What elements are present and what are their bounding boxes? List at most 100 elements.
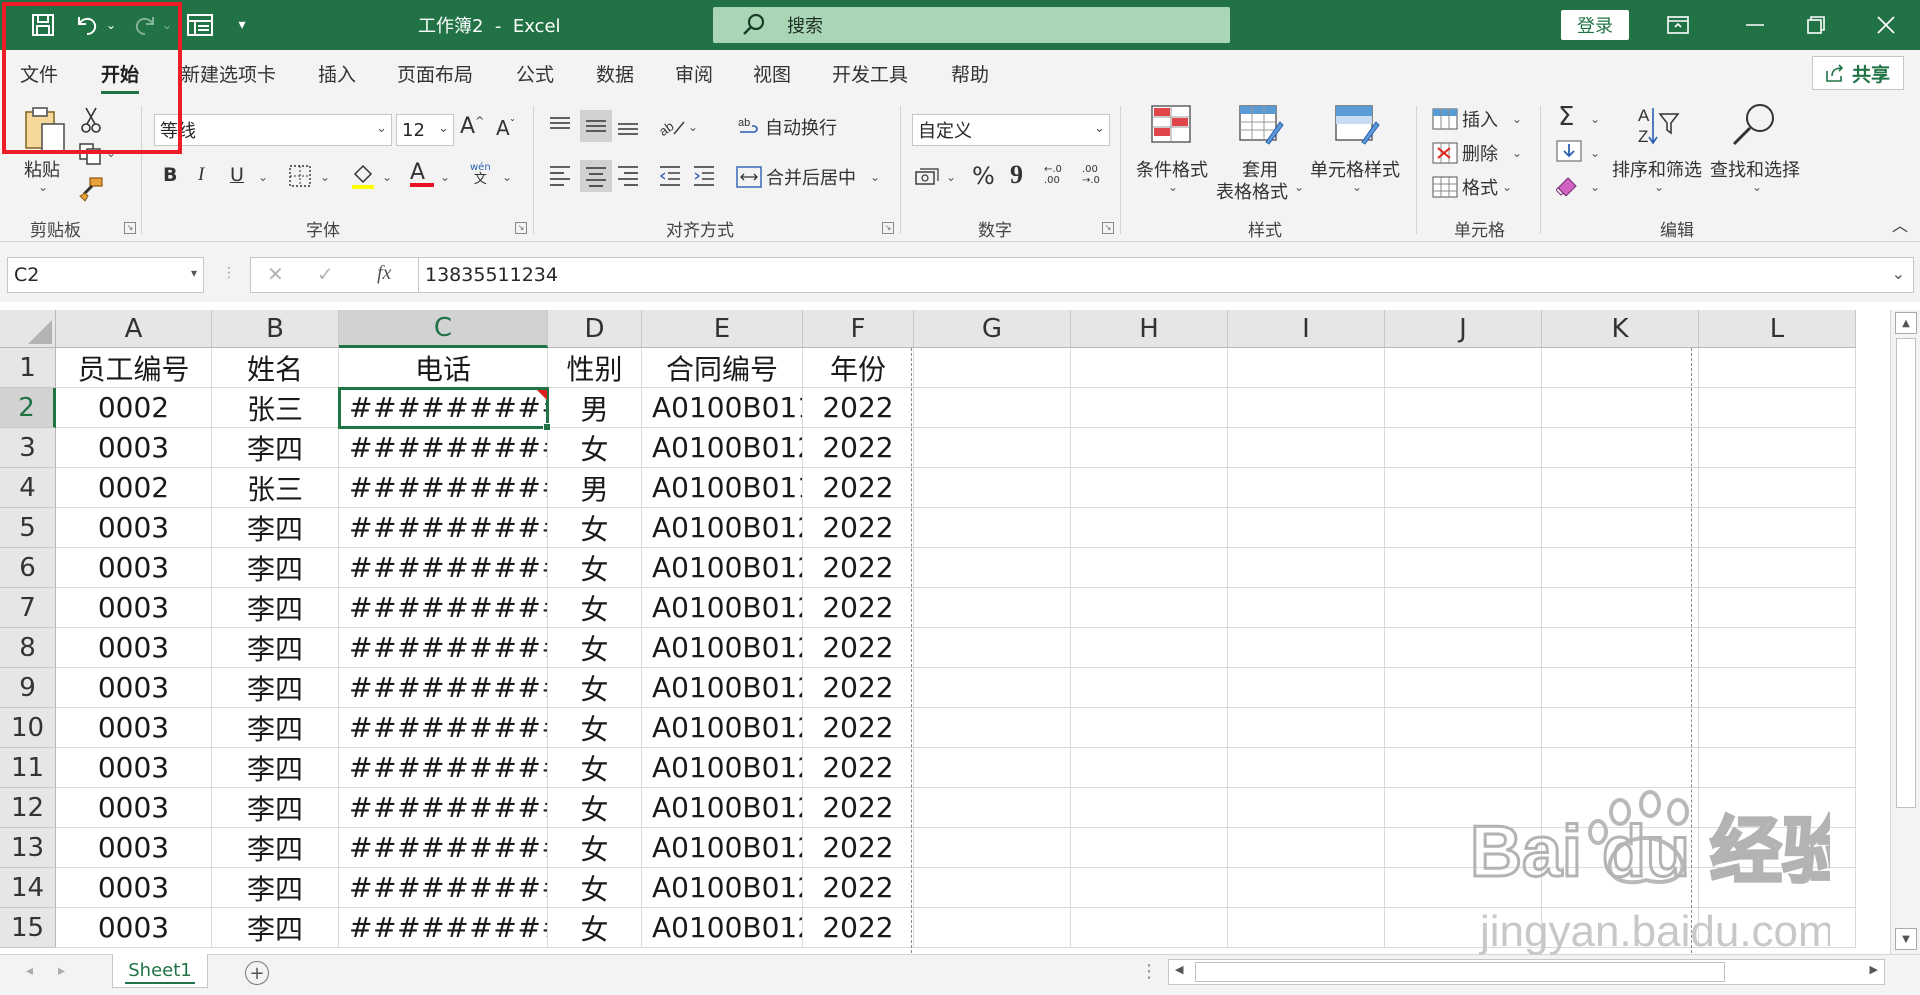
- cell-a1[interactable]: 员工编号: [56, 348, 212, 388]
- cell-d13[interactable]: 女: [548, 828, 642, 868]
- format-dropdown-icon[interactable]: ⌄: [1502, 180, 1512, 194]
- cell-k6[interactable]: [1542, 548, 1699, 588]
- underline-dropdown-icon[interactable]: ⌄: [258, 170, 268, 184]
- row-header-12[interactable]: 12: [0, 788, 56, 828]
- cell-i12[interactable]: [1228, 788, 1385, 828]
- tab-home[interactable]: 开始: [101, 60, 140, 94]
- cell-f3[interactable]: 2022: [803, 428, 914, 468]
- column-header-b[interactable]: B: [212, 310, 339, 348]
- cell-e2[interactable]: A0100B011: [642, 388, 803, 428]
- cell-l3[interactable]: [1699, 428, 1856, 468]
- cell-a3[interactable]: 0003: [56, 428, 212, 468]
- share-button[interactable]: 共享: [1812, 56, 1904, 90]
- cell-styles-label[interactable]: 单元格样式: [1310, 156, 1400, 182]
- cell-h10[interactable]: [1071, 708, 1228, 748]
- cell-f1[interactable]: 年份: [803, 348, 914, 388]
- cell-l7[interactable]: [1699, 588, 1856, 628]
- cell-g10[interactable]: [914, 708, 1071, 748]
- cell-b11[interactable]: 李四: [212, 748, 339, 788]
- tab-page-layout[interactable]: 页面布局: [397, 60, 473, 94]
- cell-d12[interactable]: 女: [548, 788, 642, 828]
- cell-e15[interactable]: A0100B012: [642, 908, 803, 948]
- cell-g1[interactable]: [914, 348, 1071, 388]
- format-as-table-label-2[interactable]: 表格格式: [1216, 178, 1288, 204]
- cell-c11[interactable]: ##########: [339, 748, 548, 788]
- cell-d14[interactable]: 女: [548, 868, 642, 908]
- font-color-dropdown-icon[interactable]: ⌄: [440, 170, 450, 184]
- row-header-6[interactable]: 6: [0, 548, 56, 588]
- font-color-button[interactable]: A: [410, 160, 434, 187]
- cell-h13[interactable]: [1071, 828, 1228, 868]
- copy-dropdown-icon[interactable]: ⌄: [106, 146, 116, 160]
- percent-style-button[interactable]: %: [972, 162, 995, 190]
- insert-function-icon[interactable]: fx: [377, 262, 391, 285]
- cell-d8[interactable]: 女: [548, 628, 642, 668]
- column-header-c[interactable]: C: [339, 310, 548, 348]
- cell-f12[interactable]: 2022: [803, 788, 914, 828]
- paste-dropdown-icon[interactable]: ⌄: [38, 180, 48, 194]
- expand-formula-bar-icon[interactable]: ⌄: [1892, 264, 1905, 283]
- cell-e12[interactable]: A0100B012: [642, 788, 803, 828]
- cell-j10[interactable]: [1385, 708, 1542, 748]
- fill-handle[interactable]: [543, 423, 551, 431]
- cell-j3[interactable]: [1385, 428, 1542, 468]
- cell-a7[interactable]: 0003: [56, 588, 212, 628]
- border-icon[interactable]: [288, 164, 312, 193]
- copy-icon[interactable]: [78, 142, 104, 171]
- cell-l6[interactable]: [1699, 548, 1856, 588]
- cell-f8[interactable]: 2022: [803, 628, 914, 668]
- column-header-f[interactable]: F: [803, 310, 914, 348]
- row-header-11[interactable]: 11: [0, 748, 56, 788]
- cell-k12[interactable]: [1542, 788, 1699, 828]
- cell-j12[interactable]: [1385, 788, 1542, 828]
- align-left-icon[interactable]: [548, 164, 572, 191]
- cell-a4[interactable]: 0002: [56, 468, 212, 508]
- cell-f4[interactable]: 2022: [803, 468, 914, 508]
- column-header-e[interactable]: E: [642, 310, 803, 348]
- column-header-d[interactable]: D: [548, 310, 642, 348]
- align-top-icon[interactable]: [548, 114, 572, 143]
- find-select-icon[interactable]: [1730, 102, 1778, 153]
- cell-a2[interactable]: 0002: [56, 388, 212, 428]
- cell-f9[interactable]: 2022: [803, 668, 914, 708]
- row-header-15[interactable]: 15: [0, 908, 56, 948]
- orientation-icon[interactable]: ab: [656, 114, 686, 143]
- cell-h15[interactable]: [1071, 908, 1228, 948]
- cell-d9[interactable]: 女: [548, 668, 642, 708]
- cell-h9[interactable]: [1071, 668, 1228, 708]
- vertical-scroll-thumb[interactable]: [1896, 338, 1916, 808]
- cell-styles-icon[interactable]: [1334, 104, 1380, 151]
- cell-a15[interactable]: 0003: [56, 908, 212, 948]
- cell-j6[interactable]: [1385, 548, 1542, 588]
- cell-a13[interactable]: 0003: [56, 828, 212, 868]
- cell-f7[interactable]: 2022: [803, 588, 914, 628]
- cell-i7[interactable]: [1228, 588, 1385, 628]
- formula-bar-splitter-icon[interactable]: ⋮: [222, 265, 236, 281]
- increase-indent-icon[interactable]: [692, 164, 716, 191]
- font-launcher-icon[interactable]: ↘: [515, 222, 527, 234]
- cell-k13[interactable]: [1542, 828, 1699, 868]
- find-select-label[interactable]: 查找和选择: [1710, 156, 1800, 182]
- cell-h11[interactable]: [1071, 748, 1228, 788]
- cell-c3[interactable]: ##########: [339, 428, 548, 468]
- cell-i8[interactable]: [1228, 628, 1385, 668]
- cell-j1[interactable]: [1385, 348, 1542, 388]
- cell-g4[interactable]: [914, 468, 1071, 508]
- accounting-format-icon[interactable]: [914, 166, 942, 193]
- cell-h4[interactable]: [1071, 468, 1228, 508]
- scroll-right-icon[interactable]: ▶: [1870, 963, 1878, 976]
- bold-button[interactable]: B: [163, 164, 177, 186]
- cell-l9[interactable]: [1699, 668, 1856, 708]
- format-as-table-icon[interactable]: [1238, 104, 1284, 151]
- cell-g3[interactable]: [914, 428, 1071, 468]
- increase-decimal-icon[interactable]: ←.0.00: [1044, 164, 1062, 186]
- find-select-dropdown-icon[interactable]: ⌄: [1752, 180, 1762, 194]
- cell-k3[interactable]: [1542, 428, 1699, 468]
- cell-i9[interactable]: [1228, 668, 1385, 708]
- cell-a8[interactable]: 0003: [56, 628, 212, 668]
- cell-f15[interactable]: 2022: [803, 908, 914, 948]
- cell-c4[interactable]: ##########: [339, 468, 548, 508]
- cell-a5[interactable]: 0003: [56, 508, 212, 548]
- cell-a14[interactable]: 0003: [56, 868, 212, 908]
- cut-icon[interactable]: [80, 106, 102, 139]
